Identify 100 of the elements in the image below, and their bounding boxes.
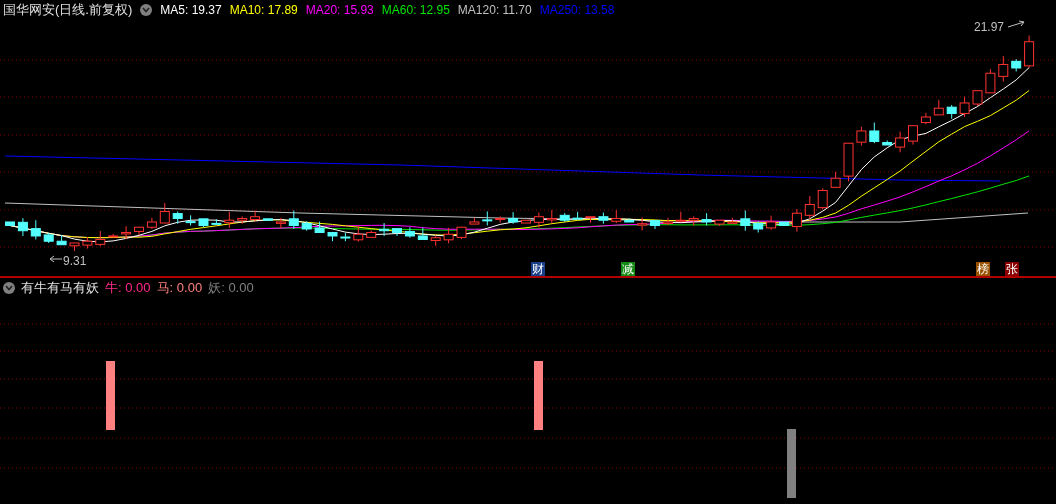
candlestick	[392, 228, 402, 237]
indicator-reading: 妖: 0.00	[208, 279, 254, 298]
indicator-reading: 马: 0.00	[156, 279, 203, 298]
candlestick	[869, 122, 880, 144]
candlestick	[598, 212, 609, 225]
candlestick	[495, 215, 506, 224]
candlestick	[121, 225, 132, 240]
candlestick	[585, 216, 596, 224]
candlestick	[108, 233, 119, 238]
candlestick	[417, 227, 428, 240]
candlestick	[508, 211, 519, 225]
candlestick	[521, 219, 531, 224]
candlestick	[275, 217, 286, 230]
candlestick	[662, 217, 673, 226]
moving-average-reading: MA60: 12.95	[381, 2, 450, 19]
candlestick	[198, 218, 209, 228]
candlestick	[469, 217, 480, 225]
candlestick	[288, 209, 299, 230]
candlestick	[443, 227, 454, 244]
candlestick	[43, 232, 54, 244]
indicator-bar	[106, 361, 115, 430]
candlestick	[804, 195, 815, 220]
candlestick	[753, 220, 764, 233]
candlestick	[211, 218, 222, 225]
candlestick	[766, 215, 777, 231]
candlestick	[933, 99, 944, 116]
candlestick	[946, 104, 957, 120]
candlestick	[82, 236, 93, 250]
candlestick	[959, 96, 970, 118]
candlestick	[237, 215, 248, 225]
event-marker[interactable]: 财	[531, 262, 545, 276]
moving-average-reading: MA20: 15.93	[305, 2, 374, 19]
indicator-reading: 牛: 0.00	[105, 279, 151, 298]
candlestick	[17, 217, 28, 237]
candlestick	[701, 212, 712, 226]
chart-title: 国华网安(日线.前复权)	[3, 1, 133, 20]
dropdown-icon[interactable]	[140, 4, 153, 16]
candlestick	[998, 55, 1009, 83]
candlestick	[714, 219, 725, 227]
moving-average-reading: MA10: 17.89	[229, 2, 298, 19]
candlestick	[224, 211, 235, 229]
candlestick	[637, 216, 648, 231]
candlestick	[250, 209, 261, 222]
candlestick	[843, 142, 854, 182]
candlestick	[908, 125, 918, 146]
candlestick	[650, 220, 660, 230]
price-label: 21.97	[974, 20, 1005, 34]
event-marker[interactable]: 张	[1005, 262, 1019, 276]
candlestick	[456, 226, 467, 240]
leader-line	[1007, 20, 1025, 28]
candlestick	[856, 126, 867, 147]
candlestick	[895, 131, 906, 153]
candlestick	[572, 211, 583, 220]
candlestick	[69, 242, 80, 252]
candlestick	[624, 218, 635, 223]
candlestick	[985, 68, 996, 94]
candlestick	[353, 225, 364, 243]
candlestick	[920, 112, 931, 125]
candlestick	[482, 211, 493, 226]
candlestick	[404, 226, 415, 239]
leader-line	[49, 255, 63, 263]
candlestick	[172, 211, 183, 225]
event-marker[interactable]: 榜	[976, 262, 990, 276]
candlestick	[972, 90, 983, 107]
price-label: 9.31	[63, 254, 87, 268]
candlestick	[185, 214, 196, 226]
moving-average-reading: MA5: 19.37	[160, 2, 222, 19]
candlestick	[146, 217, 157, 230]
candlestick	[263, 218, 273, 221]
moving-average-reading: MA250: 13.58	[539, 2, 615, 19]
candlestick	[740, 209, 751, 232]
candlestick	[56, 234, 67, 246]
moving-average-reading: MA120: 11.70	[457, 2, 532, 19]
candlestick	[727, 217, 738, 224]
candlestick	[327, 232, 338, 242]
candlestick	[301, 220, 312, 232]
candlestick	[779, 221, 789, 226]
candlestick	[559, 212, 570, 223]
candlestick	[791, 208, 802, 233]
event-marker[interactable]: 减	[621, 262, 635, 276]
candlestick	[30, 219, 41, 240]
candlestick	[366, 229, 377, 238]
indicator-title: 有牛有马有妖	[21, 279, 99, 298]
candlestick	[5, 221, 15, 226]
candlestick	[611, 209, 622, 224]
candlestick	[340, 232, 351, 242]
candlestick	[817, 187, 828, 210]
candlestick	[882, 139, 893, 146]
candlestick	[675, 211, 686, 222]
candlestick	[430, 235, 441, 247]
indicator-bar	[534, 361, 543, 430]
candlestick	[688, 215, 699, 226]
candlestick	[533, 212, 544, 229]
candlestick	[159, 202, 170, 224]
dropdown-icon[interactable]	[3, 282, 15, 294]
indicator-bar	[787, 429, 796, 498]
candlestick	[314, 221, 325, 233]
candlestick	[134, 226, 144, 236]
candlestick	[95, 230, 106, 247]
candlestick	[379, 222, 390, 237]
